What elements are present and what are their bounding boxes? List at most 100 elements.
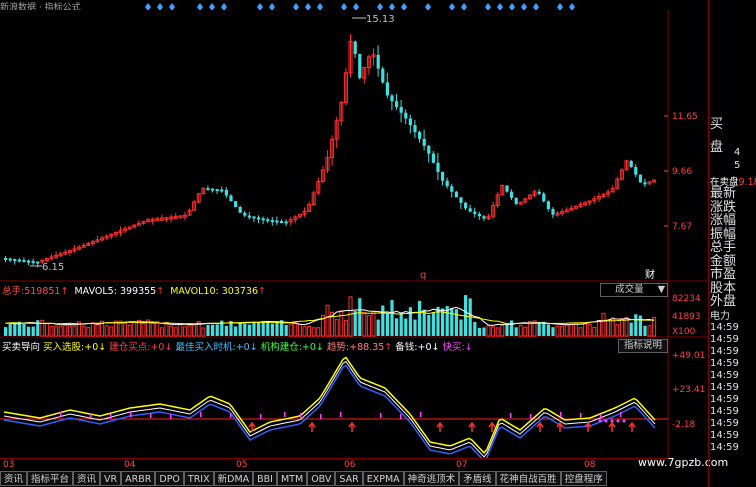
inst-build-value: +0 xyxy=(301,342,316,353)
buy-arrow-icon xyxy=(436,421,444,432)
volume-bar xyxy=(104,325,109,337)
indicator-chart[interactable]: +49.01 +23.41 -2.18 xyxy=(0,338,708,458)
tab-item[interactable]: 指标平台 xyxy=(27,471,74,486)
volume-bar xyxy=(31,326,35,336)
volume-bar xyxy=(399,312,403,336)
volume-bar xyxy=(546,324,550,336)
candle-body xyxy=(234,201,238,207)
volume-bar xyxy=(8,323,12,336)
tab-item[interactable]: 控盘程序 xyxy=(560,471,607,486)
volume-bar xyxy=(173,327,178,337)
candle-body xyxy=(634,167,638,175)
tab-item[interactable]: BBI xyxy=(253,471,277,486)
candle-body xyxy=(385,82,389,96)
volume-bar xyxy=(192,324,197,337)
volume-bar xyxy=(247,324,251,336)
volume-bar xyxy=(514,327,518,336)
candle-body xyxy=(280,221,284,223)
candle-body xyxy=(450,186,454,192)
candle-body xyxy=(454,191,458,198)
marker-finance[interactable]: 财 xyxy=(645,268,655,281)
quick-buy-mark xyxy=(510,413,512,418)
quick-buy-mark xyxy=(530,414,532,419)
volume-bar xyxy=(482,327,486,336)
buy-arrow-icon xyxy=(536,421,544,432)
tab-item[interactable]: OBV xyxy=(307,471,336,486)
volume-header: 总手:519851↑ MAVOL5: 399355↑ MAVOL10: 3037… xyxy=(2,283,266,297)
volume-bar xyxy=(206,324,210,336)
tab-item[interactable]: 新DMA xyxy=(213,471,254,486)
quick-buy-mark xyxy=(110,414,112,419)
tab-item[interactable]: 矛盾线 xyxy=(459,471,496,486)
volume-bar xyxy=(155,321,160,337)
volume-bar xyxy=(297,323,302,337)
quote-field-label: 股本 xyxy=(710,280,737,296)
volume-bar xyxy=(638,315,642,336)
mavol5-label: MAVOL5: xyxy=(74,286,117,297)
volume-bar xyxy=(647,325,652,337)
side-divider xyxy=(708,0,709,487)
volume-bar xyxy=(224,325,228,336)
volume-indicator-select[interactable]: 成交量 ▼ xyxy=(600,283,668,297)
tab-item[interactable]: MTM xyxy=(276,471,308,486)
trade-time-list: 14:59 14:59 14:59 14:59 14:59 14:59 14:59 14:59… xyxy=(710,322,739,454)
candle-body xyxy=(542,193,546,202)
trade-time: 14:59 xyxy=(710,406,739,417)
candle-body xyxy=(261,218,265,221)
chevron-down-icon: ▼ xyxy=(657,284,665,295)
volume-bar xyxy=(109,326,114,337)
volume-bar xyxy=(551,327,555,336)
volume-bar xyxy=(132,322,137,337)
indicator-tick-low: -2.18 xyxy=(672,420,696,430)
quote-field-label: 市盈 xyxy=(710,267,737,282)
reserve-value: +0 xyxy=(417,342,432,353)
volume-bar xyxy=(569,324,574,337)
tab-item[interactable]: SAR xyxy=(335,471,363,486)
volume-bar xyxy=(113,320,118,337)
candle-body xyxy=(270,220,274,223)
indicator-help-button[interactable]: 指标说明 xyxy=(618,339,668,353)
trade-time: 14:59 xyxy=(710,334,739,345)
tab-item[interactable]: 花神自战百胜 xyxy=(495,471,561,486)
tab-item[interactable]: VR xyxy=(100,471,122,486)
vol-total-label: 总手: xyxy=(2,286,25,297)
volume-bar xyxy=(404,318,408,336)
tab-item[interactable]: 神奇逃顶术 xyxy=(403,471,460,486)
quick-buy-dot xyxy=(622,419,626,423)
tab-item[interactable]: TRIX xyxy=(183,471,214,486)
tab-item[interactable]: DPO xyxy=(155,471,184,486)
volume-bar xyxy=(288,323,293,337)
candle-body xyxy=(229,195,233,202)
volume-bar xyxy=(257,322,261,336)
quote-field-label: 涨幅 xyxy=(710,213,737,228)
volume-bar xyxy=(4,327,8,336)
volume-bar xyxy=(27,326,31,336)
volume-tick-mid: 41893 xyxy=(672,312,701,322)
candle-body xyxy=(8,258,12,261)
buy-arrow-icon xyxy=(308,421,316,432)
quick-buy-mark xyxy=(560,412,562,417)
trade-time: 14:59 xyxy=(710,346,739,357)
price-chart[interactable]: 15.13 6.15 11.65 9.66 7.67 q 财 xyxy=(0,10,708,282)
candle-body xyxy=(468,208,472,212)
quote-fields: 最新 涨跌 涨幅 振幅 总手 金额 市盈 股本 外盘 xyxy=(710,187,736,309)
tab-item[interactable]: ARBR xyxy=(121,471,156,486)
volume-bar xyxy=(427,315,431,336)
volume-bar xyxy=(542,321,546,336)
month-label: 05 xyxy=(236,460,248,470)
buy-select-label: 买入选股: xyxy=(43,342,85,353)
x-axis: 03 04 05 06 07 08 xyxy=(0,458,668,472)
volume-bar xyxy=(86,327,91,337)
tab-item[interactable]: 资讯 xyxy=(0,471,28,486)
tab-item[interactable]: 资讯 xyxy=(73,471,101,486)
volume-bar xyxy=(127,324,132,337)
volume-bar xyxy=(371,310,376,337)
volume-bar xyxy=(275,321,279,336)
candle-body xyxy=(247,215,251,218)
candle-body xyxy=(22,260,26,263)
quick-buy-mark xyxy=(580,413,582,418)
volume-bar xyxy=(63,324,68,337)
tab-item[interactable]: EXPMA xyxy=(362,471,404,486)
price-tick-low: 7.67 xyxy=(672,222,692,232)
volume-tick-unit: X100 xyxy=(672,327,696,337)
